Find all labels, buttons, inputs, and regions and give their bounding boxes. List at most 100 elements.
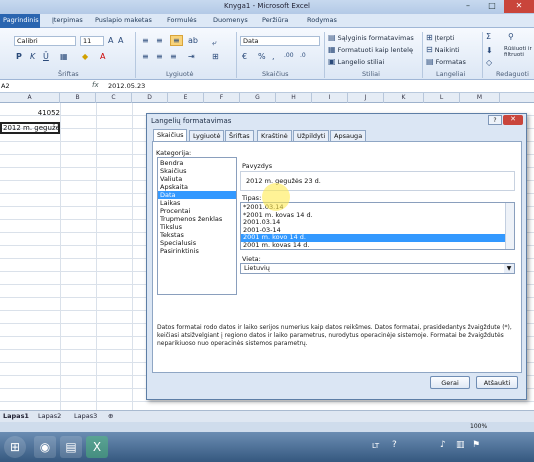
autosum-icon[interactable]: Σ (486, 32, 491, 41)
column-header-a[interactable]: A (0, 93, 60, 103)
tab-protection[interactable]: Apsauga (330, 130, 367, 141)
language-indicator[interactable]: LT (372, 442, 379, 450)
tab-view[interactable]: Rodymas (307, 16, 337, 24)
list-item[interactable]: Laikas (160, 199, 180, 207)
currency-icon[interactable]: € (242, 52, 247, 61)
sheet-tab-2[interactable]: Lapas2 (38, 412, 61, 420)
increase-decimal-icon[interactable]: .00 (284, 52, 294, 59)
fill-icon[interactable]: ⬇ (486, 46, 493, 55)
comma-icon[interactable]: , (272, 52, 275, 61)
conditional-formatting-button[interactable]: ▤ Sąlyginis formatavimas (328, 33, 414, 42)
help-button[interactable]: ? (488, 115, 502, 125)
taskbar-app-icon[interactable]: ◉ (34, 436, 56, 458)
type-list-scrollbar[interactable] (505, 203, 514, 249)
align-middle-icon[interactable]: ≡ (156, 36, 163, 45)
borders-icon[interactable]: ▦ (60, 52, 68, 61)
help-icon[interactable]: ? (392, 440, 397, 450)
dialog-close-button[interactable]: ✕ (503, 115, 523, 125)
ok-button[interactable]: Gerai (430, 376, 470, 389)
formula-input[interactable]: 2012.05.23 (108, 81, 145, 91)
list-item[interactable]: *2001 m. kovas 14 d. (241, 211, 509, 220)
column-header-f[interactable]: F (204, 93, 240, 103)
column-header-g[interactable]: G (240, 93, 276, 103)
bold-icon[interactable]: P (16, 52, 22, 61)
cell-a1[interactable]: 41052 (0, 109, 60, 117)
tab-page-layout[interactable]: Puslapio maketas (95, 16, 152, 24)
column-header-k[interactable]: K (384, 93, 424, 103)
flag-icon[interactable]: ⚑ (472, 440, 480, 450)
list-item[interactable]: Skaičius (160, 167, 186, 175)
column-header-i[interactable]: I (312, 93, 348, 103)
tab-formulas[interactable]: Formulės (167, 16, 197, 24)
merge-icon[interactable]: ⊞ (212, 52, 219, 61)
list-item[interactable]: Pasirinktinis (160, 247, 199, 255)
category-list[interactable]: Bendra Skaičius Valiuta Apskaita Data La… (157, 157, 237, 295)
function-icon[interactable]: fx (92, 81, 99, 89)
align-bottom-icon[interactable]: ≡ (170, 35, 183, 46)
column-header-d[interactable]: D (132, 93, 168, 103)
underline-icon[interactable]: Ū (43, 52, 49, 61)
chevron-down-icon[interactable]: ▼ (504, 264, 514, 273)
column-header-b[interactable]: B (60, 93, 96, 103)
list-item[interactable]: Specialusis (160, 239, 196, 247)
tab-home[interactable]: Pagrindinis (0, 14, 40, 28)
column-header-c[interactable]: C (96, 93, 132, 103)
tab-alignment[interactable]: Lygiuotė (189, 130, 225, 141)
list-item[interactable]: Procentai (160, 207, 190, 215)
align-left-icon[interactable]: ≡ (142, 52, 149, 61)
new-sheet-icon[interactable]: ⊕ (108, 412, 113, 420)
sheet-tab-3[interactable]: Lapas3 (74, 412, 97, 420)
list-item[interactable]: Valiuta (160, 175, 182, 183)
align-center-icon[interactable]: ≡ (156, 52, 163, 61)
insert-cells-button[interactable]: ⊞ Įterpti (426, 33, 454, 42)
list-item[interactable]: Trupmenos ženklas (160, 215, 222, 223)
sort-filter-icon[interactable]: ⚲ (508, 32, 514, 41)
start-icon[interactable]: ⊞ (4, 436, 26, 458)
number-format-select[interactable]: Data (240, 36, 320, 46)
tab-insert[interactable]: Įterpimas (52, 16, 83, 24)
font-size-select[interactable]: 11 (80, 36, 104, 46)
delete-cells-button[interactable]: ⊟ Naikinti (426, 45, 459, 54)
maximize-button[interactable]: □ (480, 0, 504, 13)
orientation-icon[interactable]: ab (188, 36, 198, 45)
tab-number[interactable]: Skaičius (153, 129, 188, 141)
list-item[interactable]: Tikslus (160, 223, 182, 231)
decrease-decimal-icon[interactable]: .0 (300, 52, 306, 59)
align-right-icon[interactable]: ≡ (170, 52, 177, 61)
list-item[interactable]: 2001.03.14 (241, 219, 509, 227)
list-item-selected[interactable]: Data (158, 191, 236, 199)
volume-icon[interactable]: ♪ (440, 440, 446, 450)
tab-data[interactable]: Duomenys (213, 16, 248, 24)
cancel-button[interactable]: Atšaukti (476, 376, 518, 389)
font-name-select[interactable]: Calibri (14, 36, 76, 46)
tab-border[interactable]: Kraštinė (257, 130, 292, 141)
tab-font[interactable]: Šriftas (225, 130, 254, 141)
column-header-l[interactable]: L (424, 93, 460, 103)
sort-filter-label[interactable]: Rūšiuoti ir filtruoti (504, 46, 534, 62)
tab-review[interactable]: Peržiūra (262, 16, 288, 24)
shrink-font-icon[interactable]: A (118, 36, 123, 45)
name-box[interactable]: A2 (0, 81, 52, 92)
list-item[interactable]: Apskaita (160, 183, 188, 191)
italic-icon[interactable]: K (30, 52, 35, 61)
excel-taskbar-icon[interactable]: X (86, 436, 108, 458)
grow-font-icon[interactable]: A (108, 36, 113, 45)
tab-fill[interactable]: Užpildyti (293, 130, 330, 141)
wrap-text-icon[interactable]: ⤶ (212, 38, 216, 48)
indent-icon[interactable]: ⇥ (188, 52, 195, 61)
sheet-tab-1[interactable]: Lapas1 (3, 412, 29, 420)
font-color-icon[interactable]: A (100, 52, 105, 61)
taskbar-app-icon[interactable]: ▤ (60, 436, 82, 458)
format-cells-button[interactable]: ▤ Formatas (426, 57, 466, 66)
format-as-table-button[interactable]: ▦ Formatuoti kaip lentelę (328, 45, 413, 54)
zoom-level[interactable]: 100% (470, 423, 487, 430)
align-top-icon[interactable]: ≡ (142, 36, 149, 45)
list-item[interactable]: Tekstas (160, 231, 184, 239)
column-header-m[interactable]: M (460, 93, 500, 103)
locale-select[interactable]: Lietuvių (240, 263, 515, 274)
minimize-button[interactable]: – (456, 0, 480, 13)
fill-color-icon[interactable]: ◆ (82, 52, 88, 61)
percent-icon[interactable]: % (258, 52, 266, 61)
column-header-e[interactable]: E (168, 93, 204, 103)
column-header-j[interactable]: J (348, 93, 384, 103)
